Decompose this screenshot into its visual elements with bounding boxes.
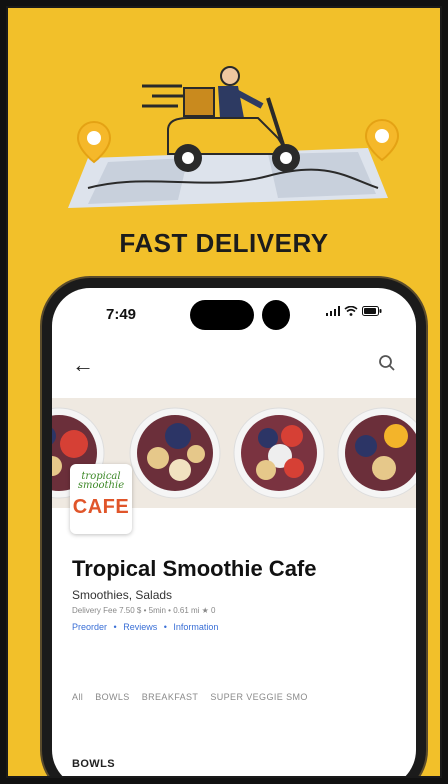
camera-icon	[262, 300, 290, 330]
dynamic-island	[190, 300, 254, 330]
restaurant-logo: tropical smoothie CAFE	[70, 464, 132, 534]
restaurant-meta: Delivery Fee 7.50 $ • 5min • 0.61 mi ★ 0	[72, 606, 216, 615]
wifi-icon	[344, 306, 358, 316]
category-tabs: All BOWLS BREAKFAST SUPER VEGGIE SMO	[72, 692, 308, 702]
delivery-scooter-icon	[167, 66, 300, 172]
preorder-link[interactable]: Preorder	[72, 622, 107, 632]
back-arrow-icon[interactable]: ←	[72, 352, 94, 378]
section-title: BOWLS	[72, 758, 115, 770]
signal-icon	[326, 306, 340, 316]
tab-super-veggie-smoothies[interactable]: SUPER VEGGIE SMO	[210, 692, 307, 702]
information-link[interactable]: Information	[173, 622, 218, 632]
search-icon[interactable]	[378, 354, 396, 372]
location-pin-icon	[76, 120, 112, 164]
restaurant-name: Tropical Smoothie Cafe	[72, 556, 317, 581]
link-separator: •	[163, 622, 167, 632]
acai-bowl-image	[129, 407, 221, 499]
battery-icon	[362, 306, 382, 316]
acai-bowl-image	[233, 407, 325, 499]
reviews-link[interactable]: Reviews	[123, 622, 157, 632]
logo-text-top: tropical smoothie	[77, 471, 125, 491]
location-pin-icon	[364, 118, 400, 162]
link-separator: •	[113, 622, 117, 632]
status-icons	[326, 306, 382, 316]
status-time: 7:49	[106, 306, 137, 323]
headline: FAST DELIVERY	[119, 228, 329, 258]
tab-bowls[interactable]: BOWLS	[95, 692, 130, 702]
navbar: ←	[52, 346, 416, 386]
tab-breakfast[interactable]: BREAKFAST	[142, 692, 199, 702]
tab-all[interactable]: All	[72, 692, 83, 702]
logo-text-cafe: CAFE	[72, 496, 130, 518]
phone-mockup: 7:49 ← tropical smoothie CAFE Tropical S…	[42, 278, 426, 776]
acai-bowl-image	[337, 407, 416, 499]
promo-frame: FAST DELIVERY 7:49 ← tropical smoothie C…	[6, 6, 442, 778]
phone-screen: 7:49 ← tropical smoothie CAFE Tropical S…	[52, 288, 416, 776]
restaurant-cuisine: Smoothies, Salads	[72, 588, 173, 602]
status-bar: 7:49	[52, 288, 416, 336]
restaurant-links: Preorder • Reviews • Information	[72, 622, 222, 632]
